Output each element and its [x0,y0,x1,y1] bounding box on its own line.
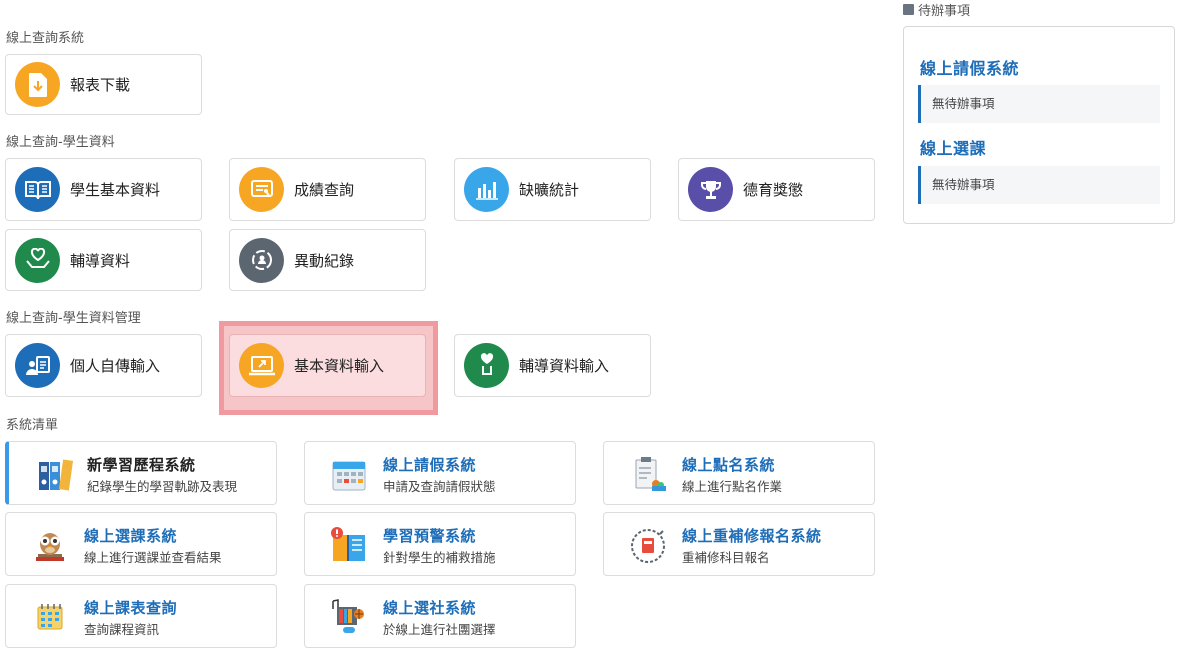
system-title: 線上重補修報名系統 [682,527,822,545]
system-card-timetable[interactable]: 線上課表查詢 查詢課程資訊 [5,584,277,648]
user-document-icon [15,343,60,388]
heart-hand-icon [464,343,509,388]
laptop-icon [239,343,284,388]
system-desc: 查詢課程資訊 [84,622,160,637]
system-card-leave[interactable]: 線上請假系統 申請及查詢請假狀態 [304,441,576,505]
tile-absence-stats[interactable]: 缺曠統計 [454,158,651,221]
system-title: 線上請假系統 [383,456,477,474]
download-file-icon [15,62,60,107]
tile-change-records[interactable]: 異動紀錄 [229,229,426,291]
note-icon [903,4,914,15]
section-title-online-query: 線上查詢系統 [6,31,85,46]
bar-chart-icon [464,167,509,212]
user-cycle-icon [239,237,284,283]
todo-header: 待辦事項 [903,0,970,19]
system-card-roll-call[interactable]: 線上點名系統 線上進行點名作業 [603,441,875,505]
system-card-makeup-course[interactable]: 線上重補修報名系統 重補修科目報名 [603,512,875,576]
system-title: 線上課表查詢 [84,599,178,617]
system-desc: 紀錄學生的學習軌跡及表現 [87,479,238,494]
tile-label: 報表下載 [70,76,131,94]
tile-label: 個人自傳輸入 [70,357,161,375]
tile-counseling-input[interactable]: 輔導資料輸入 [454,334,651,397]
todo-item: 無待辦事項 [918,85,1160,123]
warning-book-icon [329,525,369,565]
system-desc: 針對學生的補救措施 [383,550,496,565]
binders-icon [37,454,77,494]
tile-counseling[interactable]: 輔導資料 [5,229,202,291]
tile-report-download[interactable]: 報表下載 [5,54,202,115]
system-card-course-selection[interactable]: 線上選課系統 線上進行選課並查看結果 [5,512,277,576]
open-book-icon [15,167,60,212]
tile-autobiography-input[interactable]: 個人自傳輸入 [5,334,202,397]
system-card-learning-alert[interactable]: 學習預警系統 針對學生的補救措施 [304,512,576,576]
section-title-student-data-mgmt: 線上查詢-學生資料管理 [6,311,141,326]
todo-panel: 線上請假系統 無待辦事項 線上選課 無待辦事項 [903,26,1175,224]
section-title-student-data: 線上查詢-學生資料 [6,135,115,150]
system-card-learning-portfolio[interactable]: 新學習歷程系統 紀錄學生的學習軌跡及表現 [5,441,277,505]
system-title: 線上選社系統 [383,599,477,617]
calendar-icon [329,454,369,494]
system-desc: 重補修科目報名 [682,550,770,565]
system-desc: 線上進行選課並查看結果 [84,550,222,565]
report-card-icon [239,167,284,212]
todo-item: 無待辦事項 [918,166,1160,204]
todo-header-label: 待辦事項 [918,4,971,19]
todo-system-title[interactable]: 線上選課 [920,135,986,159]
section-title-system-list: 系統清單 [6,418,59,433]
tile-basic-data-input[interactable]: 基本資料輸入 [229,334,426,397]
clock-book-icon [628,525,668,565]
schedule-icon [30,597,70,637]
system-title: 學習預警系統 [383,527,477,545]
owl-books-icon [30,525,70,565]
tile-label: 輔導資料 [70,251,131,270]
heart-hands-icon [15,237,60,283]
tile-label: 基本資料輸入 [294,357,385,375]
tile-grade-query[interactable]: 成績查詢 [229,158,426,221]
tile-label: 輔導資料輸入 [519,357,610,375]
trophy-icon [688,167,733,212]
tile-label: 學生基本資料 [70,181,161,199]
tile-student-basic[interactable]: 學生基本資料 [5,158,202,221]
tile-label: 成績查詢 [294,181,355,199]
tile-label: 異動紀錄 [294,251,355,270]
todo-system-title[interactable]: 線上請假系統 [920,55,1019,79]
system-title: 新學習歷程系統 [87,456,196,474]
tile-label: 德育獎懲 [743,181,804,199]
system-card-club-selection[interactable]: 線上選社系統 於線上進行社團選擇 [304,584,576,648]
system-desc: 線上進行點名作業 [682,479,783,494]
system-title: 線上點名系統 [682,456,776,474]
system-title: 線上選課系統 [84,527,178,545]
clipboard-icon [628,454,668,494]
system-desc: 於線上進行社團選擇 [383,622,496,637]
tile-label: 缺曠統計 [519,181,580,199]
club-icon [329,597,369,637]
tile-moral-awards[interactable]: 德育獎懲 [678,158,875,221]
system-desc: 申請及查詢請假狀態 [383,479,496,494]
